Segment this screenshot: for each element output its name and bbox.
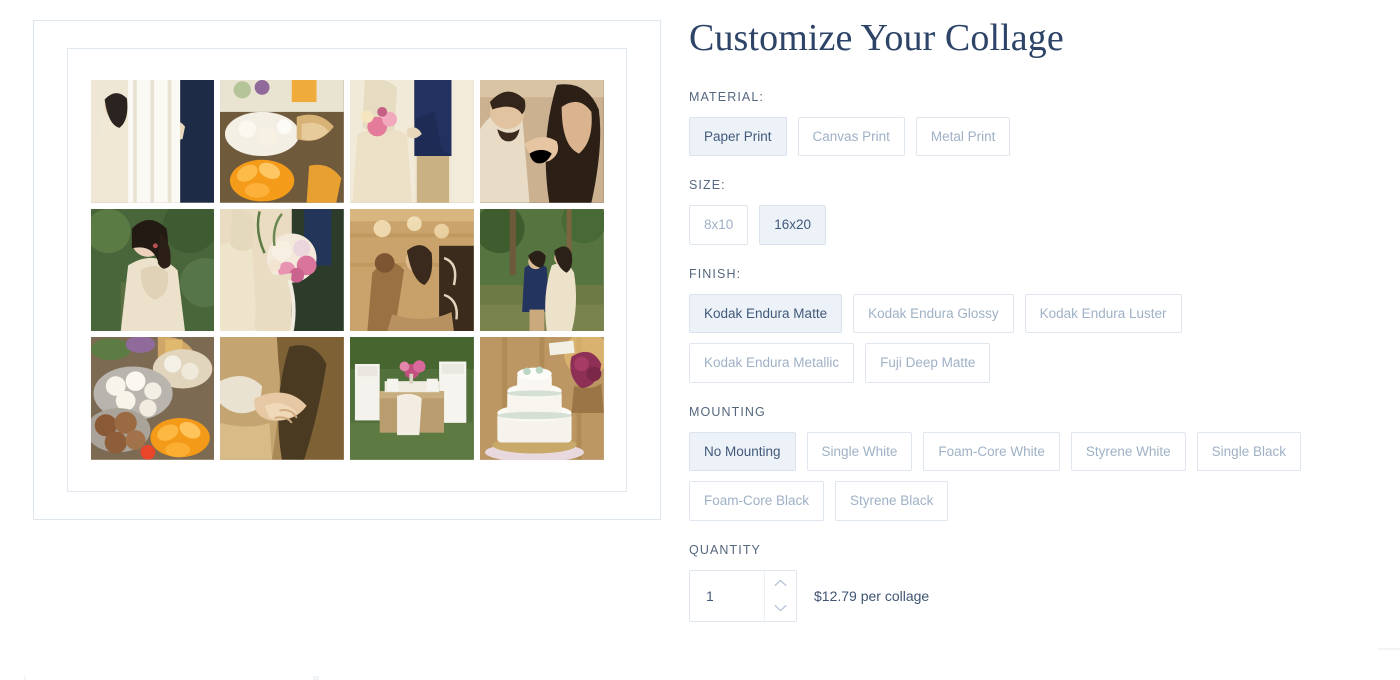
quantity-label: QUANTITY [689, 542, 761, 557]
mounting-label: MOUNTING [689, 404, 766, 419]
size-label: SIZE: [689, 178, 726, 193]
finish-label: FINISH: [689, 266, 742, 281]
finish-option-kodak-endura-luster[interactable]: Kodak Endura Luster [1024, 293, 1182, 334]
quantity-input[interactable] [690, 587, 760, 604]
section-finish: FINISH: Kodak Endura Matte Kodak Endura … [689, 267, 1369, 383]
collage-tile-1[interactable] [90, 80, 215, 203]
material-label: MATERIAL: [689, 89, 764, 104]
collage-tile-10[interactable] [220, 337, 344, 460]
collage-preview-panel [33, 20, 661, 520]
collage-tile-5[interactable] [90, 208, 215, 332]
size-option-group: 8x10 16x20 [689, 205, 1269, 245]
collage-tile-9[interactable] [90, 337, 215, 460]
mounting-option-single-white[interactable]: Single White [806, 431, 913, 472]
finish-option-kodak-endura-metallic[interactable]: Kodak Endura Metallic [689, 343, 855, 383]
customize-collage-page: Customize Your Collage MATERIAL: Paper P… [0, 0, 1400, 680]
quantity-controls: $12.79 per collage [689, 569, 1369, 622]
collage-tile-12[interactable] [479, 337, 604, 460]
collage-tile-4[interactable] [479, 80, 604, 203]
mounting-option-styrene-black[interactable]: Styrene Black [835, 481, 949, 521]
mounting-option-foam-core-white[interactable]: Foam-Core White [923, 431, 1060, 472]
finish-option-group: Kodak Endura Matte Kodak Endura Glossy K… [689, 293, 1219, 383]
finish-option-fuji-deep-matte[interactable]: Fuji Deep Matte [865, 343, 991, 383]
section-material: MATERIAL: Paper Print Canvas Print Metal… [689, 90, 1369, 157]
finish-option-kodak-endura-matte[interactable]: Kodak Endura Matte [689, 293, 843, 334]
mounting-option-single-black[interactable]: Single Black [1196, 431, 1301, 472]
collage-tile-8[interactable] [479, 208, 604, 332]
collage-grid[interactable] [90, 80, 604, 460]
chevron-down-icon[interactable] [765, 596, 796, 621]
mounting-option-styrene-white[interactable]: Styrene White [1070, 431, 1186, 472]
section-mounting: MOUNTING No Mounting Single White Foam-C… [689, 405, 1369, 521]
section-size: SIZE: 8x10 16x20 [689, 178, 1369, 245]
preview-card [67, 48, 627, 492]
finish-option-kodak-endura-glossy[interactable]: Kodak Endura Glossy [853, 293, 1014, 334]
section-quantity: QUANTITY $12.79 per collage [689, 543, 1369, 622]
material-option-paper-print[interactable]: Paper Print [689, 116, 787, 157]
collage-tile-2[interactable] [220, 80, 344, 203]
material-option-canvas-print[interactable]: Canvas Print [797, 116, 905, 157]
material-option-group: Paper Print Canvas Print Metal Print [689, 116, 1269, 157]
quantity-stepper-buttons [764, 570, 796, 621]
fold-remnant-left [24, 676, 26, 680]
collage-tile-6[interactable] [220, 208, 344, 332]
mounting-option-no-mounting[interactable]: No Mounting [689, 431, 796, 472]
collage-tile-7[interactable] [350, 208, 474, 332]
quantity-stepper[interactable] [689, 569, 797, 622]
collage-tile-3[interactable] [350, 80, 474, 203]
material-option-metal-print[interactable]: Metal Print [915, 116, 1011, 157]
customize-options-panel: Customize Your Collage MATERIAL: Paper P… [689, 17, 1369, 644]
fold-remnant-center [313, 676, 319, 680]
chevron-up-icon[interactable] [765, 571, 796, 596]
size-option-16x20[interactable]: 16x20 [759, 205, 827, 245]
preview-outer-frame [33, 20, 661, 520]
collage-tile-11[interactable] [350, 337, 474, 460]
mounting-option-group: No Mounting Single White Foam-Core White… [689, 431, 1349, 521]
unit-price-text: $12.79 per collage [814, 587, 930, 604]
mounting-option-foam-core-black[interactable]: Foam-Core Black [689, 481, 825, 521]
fold-remnant-right [1378, 648, 1400, 650]
size-option-8x10[interactable]: 8x10 [689, 205, 749, 245]
page-title: Customize Your Collage [689, 17, 1064, 59]
